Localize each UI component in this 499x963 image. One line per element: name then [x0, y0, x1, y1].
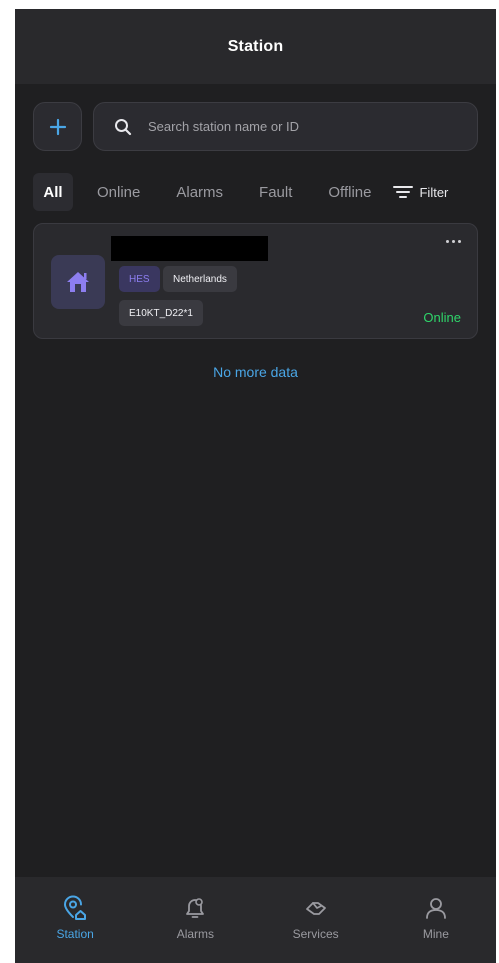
status-tabs: All Online Alarms Fault Offline Filter	[33, 173, 493, 211]
nav-label-mine: Mine	[422, 927, 449, 941]
tab-all[interactable]: All	[33, 173, 73, 211]
station-name-redacted	[111, 236, 268, 261]
tab-alarms[interactable]: Alarms	[176, 173, 223, 211]
filter-lines-icon	[393, 186, 414, 198]
country-badge: Netherlands	[163, 266, 237, 292]
search-bar[interactable]	[93, 102, 478, 151]
search-input[interactable]	[146, 118, 450, 135]
house-icon	[51, 255, 105, 309]
device-badge: E10KT_D22*1	[119, 300, 203, 326]
tab-fault[interactable]: Fault	[259, 173, 292, 211]
more-options-icon[interactable]	[446, 240, 461, 243]
status-badge: Online	[423, 310, 461, 325]
nav-mine[interactable]: Mine	[376, 877, 496, 963]
nav-label-services: Services	[292, 927, 339, 941]
nav-label-station: Station	[56, 927, 94, 941]
list-end-message: No more data	[213, 364, 298, 380]
station-card[interactable]: HES Netherlands E10KT_D22*1 Online	[33, 223, 478, 339]
plus-icon	[49, 118, 66, 135]
top-bar: Station	[15, 9, 496, 84]
nav-station[interactable]: Station	[15, 877, 135, 963]
station-type-badge: HES	[119, 266, 160, 292]
search-icon	[115, 118, 132, 135]
nav-services[interactable]: Services	[256, 877, 376, 963]
filter-label: Filter	[419, 184, 449, 200]
add-station-button[interactable]	[33, 102, 82, 151]
page-title: Station	[227, 37, 284, 55]
nav-alarms[interactable]: Alarms	[135, 877, 255, 963]
station-pin-icon	[64, 895, 87, 920]
handshake-icon	[305, 902, 326, 915]
tab-online[interactable]: Online	[97, 173, 140, 211]
nav-label-alarms: Alarms	[176, 927, 215, 941]
filter-button[interactable]: Filter	[393, 185, 448, 200]
tab-offline[interactable]: Offline	[328, 173, 371, 211]
app-screen: Station All Online Alarms Fault Offline …	[15, 9, 496, 963]
bottom-navigation: Station Alarms Services Mine	[15, 877, 496, 963]
bell-icon	[186, 898, 205, 918]
person-icon	[425, 898, 446, 919]
